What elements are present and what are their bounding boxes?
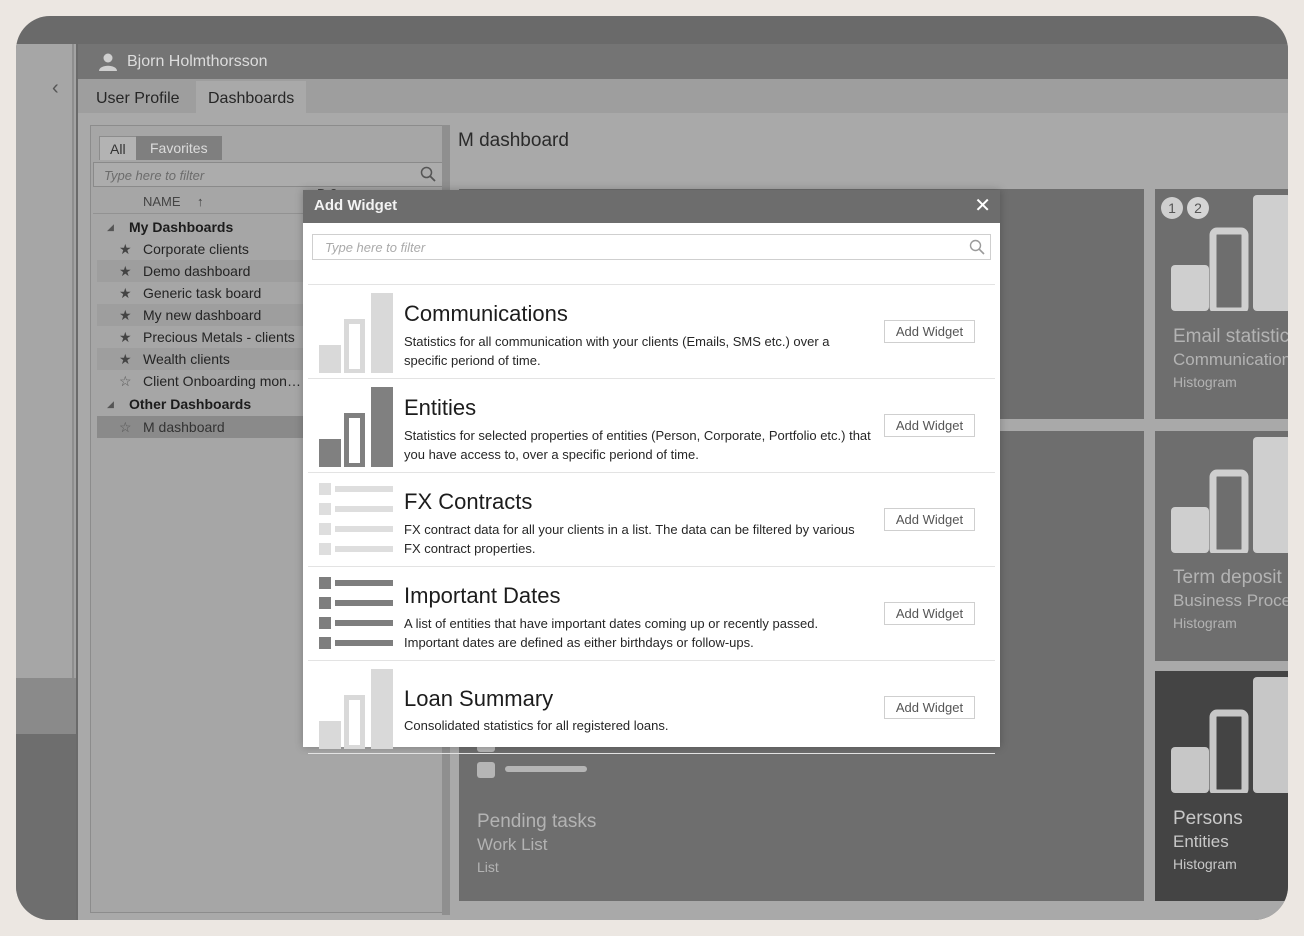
widget-row-communications: Communications Statistics for all commun… [308, 284, 995, 378]
widget-title: Communications [404, 301, 568, 326]
tile-subtitle: Business Proce [1173, 591, 1288, 610]
list-item-label: Generic task board [143, 285, 262, 301]
histogram-light-icon [319, 669, 393, 749]
main-tabs: User Profile Dashboards [78, 79, 1288, 113]
star-filled-icon[interactable]: ★ [119, 238, 132, 260]
modal-header: Add Widget ✕ [303, 190, 1000, 223]
list-filter-input[interactable]: Type here to filter [93, 162, 443, 187]
column-name-header[interactable]: NAME [143, 194, 181, 209]
histogram-icon [1171, 437, 1288, 553]
list-item-label: Corporate clients [143, 241, 249, 257]
star-outline-icon[interactable]: ☆ [119, 370, 132, 392]
list-item-label: Wealth clients [143, 351, 230, 367]
widget-description: Statistics for selected properties of en… [404, 428, 871, 462]
widget-row-entities: Entities Statistics for selected propert… [308, 378, 995, 472]
widget-title: Entities [404, 395, 477, 420]
list-dark-icon [319, 577, 393, 649]
widget-description: Consolidated statistics for all register… [404, 718, 669, 733]
star-filled-icon[interactable]: ★ [119, 304, 132, 326]
modal-title: Add Widget [314, 197, 398, 214]
widget-description: Statistics for all communication with yo… [404, 334, 830, 368]
tile-type: Histogram [1173, 374, 1237, 390]
tile-caption: Email statistic Communication Histogram [1173, 326, 1288, 390]
add-widget-button-communications[interactable]: Add Widget [884, 320, 975, 343]
tile-caption: Persons Entities Histogram [1173, 808, 1243, 872]
widget-title: Important Dates [404, 583, 561, 608]
tile-subtitle: Entities [1173, 832, 1229, 851]
widget-row-important-dates: Important Dates A list of entities that … [308, 566, 995, 660]
widget-description: A list of entities that have important d… [404, 616, 819, 650]
tile-caption: Pending tasks Work List List [477, 811, 596, 875]
tile-title: Term deposit [1173, 567, 1282, 588]
add-widget-button-entities[interactable]: Add Widget [884, 414, 975, 437]
expanded-triangle-icon[interactable]: ◢ [107, 393, 114, 415]
list-item-label: My new dashboard [143, 307, 262, 323]
left-nav-band [16, 678, 76, 734]
dashboard-title: M dashboard [458, 130, 569, 151]
list-light-icon [319, 483, 393, 555]
modal-filter-field [312, 234, 991, 260]
widget-title: Loan Summary [404, 686, 554, 711]
tile-title: Email statistic [1173, 326, 1288, 347]
tab-dashboards[interactable]: Dashboards [196, 81, 307, 113]
search-icon [969, 239, 985, 255]
star-outline-icon[interactable]: ☆ [119, 416, 132, 438]
star-filled-icon[interactable]: ★ [119, 260, 132, 282]
tile-subtitle: Work List [477, 835, 548, 854]
user-name: Bjorn Holmthorsson [127, 52, 268, 70]
dashboard-tile-persons[interactable]: Persons Entities Histogram [1155, 671, 1288, 901]
histogram-icon [1171, 677, 1288, 793]
add-widget-button-fx-contracts[interactable]: Add Widget [884, 508, 975, 531]
tile-type: Histogram [1173, 856, 1237, 872]
tile-type: List [477, 859, 499, 875]
tab-user-profile[interactable]: User Profile [84, 81, 192, 113]
tile-title: Persons [1173, 808, 1243, 829]
widget-filter-input[interactable] [313, 235, 963, 259]
search-icon [420, 166, 436, 182]
close-icon[interactable]: ✕ [974, 194, 991, 218]
filter-tab-favorites[interactable]: Favorites [136, 136, 222, 160]
sort-up-icon: ↑ [197, 194, 204, 209]
tile-type: Histogram [1173, 615, 1237, 631]
tile-title: Pending tasks [477, 811, 597, 832]
histogram-dark-icon [319, 387, 393, 467]
list-item-label: Precious Metals - clients [143, 329, 295, 345]
add-widget-button-loan-summary[interactable]: Add Widget [884, 696, 975, 719]
list-item-label: Client Onboarding mon… [143, 373, 301, 389]
collapse-chevron-icon[interactable]: ‹ [52, 78, 59, 98]
user-icon [99, 53, 117, 71]
widget-description: FX contract data for all your clients in… [404, 522, 855, 556]
widget-row-loan-summary: Loan Summary Consolidated statistics for… [308, 660, 995, 754]
widget-row-fx-contracts: FX Contracts FX contract data for all yo… [308, 472, 995, 566]
histogram-icon [1171, 195, 1288, 311]
histogram-light-icon [319, 293, 393, 373]
tile-subtitle: Communication [1173, 350, 1288, 369]
left-nav-strip: ‹ [16, 44, 76, 920]
group-label: My Dashboards [129, 219, 234, 235]
left-nav-upper: ‹ [16, 44, 74, 678]
star-filled-icon[interactable]: ★ [119, 282, 132, 304]
add-widget-modal: Add Widget ✕ Communications Statistics f… [303, 190, 1000, 754]
list-item-label: Demo dashboard [143, 263, 251, 279]
list-filter-placeholder: Type here to filter [104, 168, 205, 183]
app-window: ‹ Bjorn Holmthorsson User Profile Dashbo… [16, 16, 1288, 920]
user-header: Bjorn Holmthorsson [78, 44, 1288, 79]
left-nav-lower [16, 734, 76, 920]
star-filled-icon[interactable]: ★ [119, 326, 132, 348]
star-filled-icon[interactable]: ★ [119, 348, 132, 370]
tile-caption: Term deposit Business Proce Histogram [1173, 567, 1288, 631]
widget-title: FX Contracts [404, 489, 533, 514]
dashboard-tile-email-statistics[interactable]: 1 2 Email statistic Communication Histog… [1155, 189, 1288, 419]
filter-tab-all[interactable]: All [99, 136, 137, 160]
add-widget-button-important-dates[interactable]: Add Widget [884, 602, 975, 625]
dashboard-tile-term-deposit[interactable]: Term deposit Business Proce Histogram [1155, 431, 1288, 661]
group-label: Other Dashboards [129, 396, 252, 412]
expanded-triangle-icon[interactable]: ◢ [107, 216, 114, 238]
list-item-label: M dashboard [143, 419, 225, 435]
